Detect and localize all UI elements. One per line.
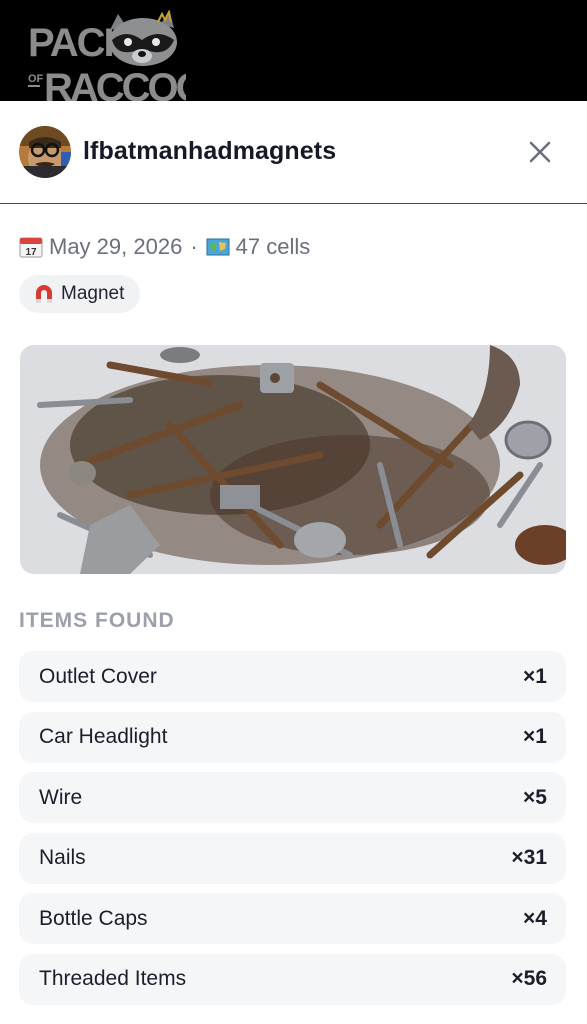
calendar-icon: 17 [19,237,43,258]
post-meta: 17 May 29, 2026 · 47 cells [19,232,310,262]
list-item: Outlet Cover ×1 [19,651,566,702]
avatar[interactable] [19,126,71,178]
tag-label: Magnet [61,283,125,304]
finds-photo[interactable] [20,345,566,574]
item-name: Bottle Caps [39,906,148,930]
item-name: Car Headlight [39,725,168,748]
raccoon-head-icon [109,10,177,66]
username[interactable]: lfbatmanhadmagnets [83,137,336,166]
item-name: Outlet Cover [39,664,157,688]
list-item: Bottle Caps ×4 [19,893,566,944]
item-quantity: ×1 [523,664,547,688]
list-item: Car Headlight ×1 [19,711,566,763]
item-quantity: ×31 [511,846,547,869]
magnet-tag[interactable]: Magnet [19,275,141,313]
logo-text-of: OF [28,73,44,85]
item-quantity: ×4 [523,906,547,930]
items-list: Outlet Cover ×1 Car Headlight ×1 Wire ×5… [19,651,566,1014]
item-quantity: ×56 [511,967,547,990]
post-date: May 29, 2026 [49,234,183,259]
svg-text:17: 17 [25,247,37,258]
list-item: Threaded Items ×56 [19,953,566,1005]
top-banner: PACK OF RACCOONS [0,0,587,101]
item-quantity: ×1 [523,725,547,748]
magnet-icon [36,285,52,303]
items-found-heading: ITEMS FOUND [19,609,175,632]
logo-text-raccoons: RACCOONS [44,66,186,101]
close-icon[interactable] [522,134,558,170]
meta-separator: · [190,234,198,259]
item-name: Wire [39,785,83,809]
item-quantity: ×5 [523,785,547,809]
post-header: lfbatmanhadmagnets [0,101,587,204]
item-name: Nails [39,846,86,869]
pack-of-raccoons-logo: PACK OF RACCOONS [28,10,186,101]
list-item: Wire ×5 [19,772,566,823]
item-name: Threaded Items [39,967,187,990]
list-item: Nails ×31 [19,832,566,884]
cell-count: 47 cells [235,234,311,259]
map-icon [206,238,230,256]
